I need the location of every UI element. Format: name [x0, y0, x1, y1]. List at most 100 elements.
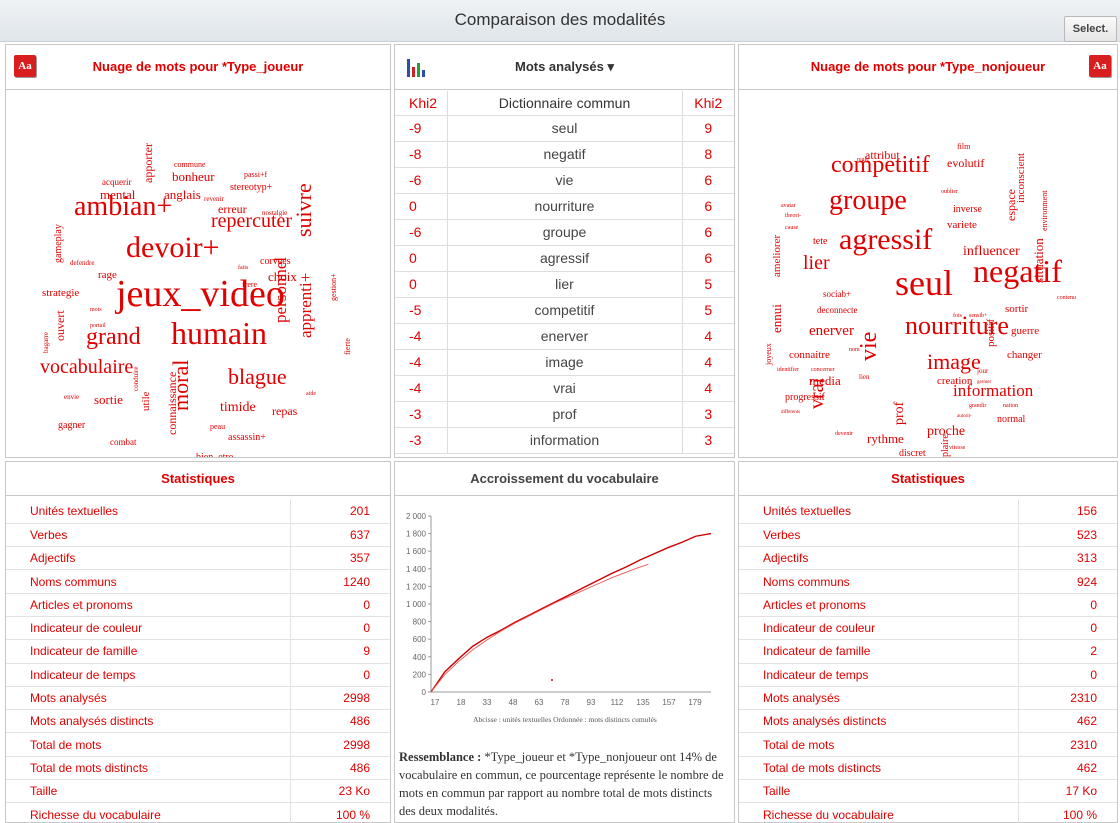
cloud-word[interactable]: jour	[977, 368, 988, 375]
cloud-word[interactable]: peau	[210, 423, 225, 431]
analysed-words-dropdown[interactable]: Mots analysés ▾	[395, 59, 734, 75]
cloud-word[interactable]: ennui	[769, 304, 784, 333]
cloud-word[interactable]: attribut	[865, 149, 900, 161]
table-row[interactable]: -4 image 4	[395, 349, 734, 376]
cloud-word[interactable]: evolutif	[947, 157, 984, 169]
cloud-word[interactable]: connaitre	[789, 350, 830, 361]
cloud-word[interactable]: repas	[272, 405, 297, 417]
cloud-word[interactable]: normal	[997, 415, 1025, 425]
cloud-word[interactable]: aide	[306, 391, 316, 397]
cloud-word[interactable]: mental	[100, 188, 135, 201]
cloud-word[interactable]: vocabulaire	[40, 357, 133, 377]
cloud-word[interactable]: creation	[937, 376, 972, 387]
cloud-word[interactable]: ameliorer	[771, 235, 783, 277]
table-row[interactable]: 0 lier 5	[395, 271, 734, 298]
cloud-word[interactable]: vitesse	[949, 445, 965, 451]
select-button[interactable]: Select.	[1064, 16, 1117, 42]
cloud-word[interactable]: jeux_video	[116, 275, 285, 313]
cloud-word[interactable]: tete	[813, 237, 827, 247]
table-row[interactable]: -8 negatif 8	[395, 141, 734, 168]
cloud-word[interactable]: choix	[268, 270, 297, 283]
table-row[interactable]: -9 seul 9	[395, 115, 734, 142]
cloud-word[interactable]: devenir	[835, 431, 853, 437]
cloud-word[interactable]: strategie	[42, 288, 79, 299]
cloud-word[interactable]: bagarre	[42, 332, 50, 353]
cloud-word[interactable]: progressif	[785, 393, 825, 403]
table-row[interactable]: 0 nourriture 6	[395, 193, 734, 220]
cloud-word[interactable]: gagner	[58, 421, 85, 431]
cloud-word[interactable]: mots	[90, 307, 102, 313]
cloud-word[interactable]: bien_etre	[196, 453, 233, 458]
cloud-word[interactable]: environment	[1040, 191, 1049, 231]
cloud-word[interactable]: bonheur	[172, 170, 215, 183]
cloud-word[interactable]: differents	[781, 410, 800, 415]
cloud-word[interactable]: germer	[977, 380, 991, 385]
cloud-word[interactable]: deconnecte	[817, 306, 857, 315]
table-row[interactable]: -3 prof 3	[395, 401, 734, 428]
table-row[interactable]: -3 information 3	[395, 427, 734, 454]
cloud-word[interactable]: ouvert	[53, 310, 67, 341]
cloud-word[interactable]: groupe	[829, 187, 907, 215]
cloud-word[interactable]: agressif	[839, 225, 932, 255]
cloud-word[interactable]: stereotyp+	[230, 183, 272, 193]
cloud-word[interactable]: theori-	[785, 213, 801, 219]
cloud-word[interactable]: defendre	[70, 260, 94, 267]
cloud-word[interactable]: connaissance	[165, 372, 179, 435]
cloud-word[interactable]: inverse	[953, 205, 982, 215]
cloud-word[interactable]: negatif	[973, 255, 1062, 287]
cloud-word[interactable]: sortir	[1005, 304, 1028, 315]
cloud-word[interactable]: prof	[892, 402, 907, 425]
cloud-word[interactable]: image	[927, 351, 981, 373]
table-row[interactable]: -4 enerver 4	[395, 323, 734, 350]
cloud-word[interactable]: assassin+	[228, 433, 266, 443]
cloud-word[interactable]: identifier	[777, 367, 799, 373]
cloud-word[interactable]: gestion+	[329, 273, 338, 301]
cloud-word[interactable]: sociab+	[823, 290, 851, 299]
cloud-word[interactable]: devoir+	[126, 233, 220, 263]
cloud-word[interactable]: commune	[174, 161, 206, 169]
cloud-word[interactable]: corvees	[260, 257, 291, 267]
cloud-word[interactable]: anglais	[164, 188, 201, 201]
cloud-word[interactable]: nom	[849, 347, 860, 353]
cloud-word[interactable]: influencer	[963, 245, 1020, 259]
cloud-word[interactable]: utile	[140, 391, 152, 411]
cloud-word[interactable]: sensib+	[969, 313, 987, 319]
cloud-word[interactable]: rythme	[867, 432, 904, 445]
cloud-word[interactable]: variete	[947, 220, 977, 231]
cloud-word[interactable]: enerver	[809, 324, 854, 339]
column-header[interactable]: Dictionnaire commun	[447, 91, 682, 116]
cloud-word[interactable]: sortie	[94, 393, 123, 406]
cloud-word[interactable]: inconscient	[1015, 153, 1027, 203]
cloud-word[interactable]: apporter	[141, 143, 155, 183]
column-header[interactable]: Khi2	[681, 91, 734, 116]
cloud-word[interactable]: lien	[859, 374, 870, 381]
cloud-word[interactable]: nation	[1003, 403, 1018, 409]
analysed-words-header[interactable]: Mots analysés ▾	[395, 45, 734, 90]
cloud-word[interactable]: timide	[220, 401, 256, 415]
cloud-word[interactable]: oublier	[941, 189, 958, 195]
table-row[interactable]: -6 vie 6	[395, 167, 734, 194]
cloud-word[interactable]: frere	[242, 281, 257, 289]
cloud-word[interactable]: suivre	[291, 183, 316, 237]
cloud-word[interactable]: fierte	[343, 338, 352, 355]
cloud-word[interactable]: rage	[98, 270, 117, 281]
word-cloud-icon[interactable]: Aa	[1089, 55, 1111, 77]
cloud-word[interactable]: joyeux	[764, 343, 773, 365]
cloud-word[interactable]: autorit-	[957, 414, 972, 419]
cloud-word[interactable]: changer	[1007, 350, 1042, 361]
cloud-word[interactable]: portail	[90, 323, 106, 329]
cloud-word[interactable]: discret	[899, 449, 926, 458]
cloud-word[interactable]: guerre	[1011, 326, 1039, 337]
cloud-word[interactable]: acquerir	[102, 178, 131, 187]
cloud-word[interactable]: cause	[785, 225, 798, 231]
cloud-word[interactable]: avatar	[781, 203, 796, 209]
cloud-word[interactable]: nostalgie	[262, 210, 287, 217]
cloud-word[interactable]: lier	[803, 253, 830, 273]
table-row[interactable]: -5 competitif 5	[395, 297, 734, 324]
cloud-word[interactable]: regle	[857, 157, 869, 163]
cloud-word[interactable]: media	[809, 374, 841, 387]
cloud-word[interactable]: situation	[1031, 238, 1046, 283]
table-row[interactable]: 0 agressif 6	[395, 245, 734, 272]
cloud-word[interactable]: blague	[228, 366, 287, 388]
cloud-word[interactable]: envie	[64, 394, 79, 401]
